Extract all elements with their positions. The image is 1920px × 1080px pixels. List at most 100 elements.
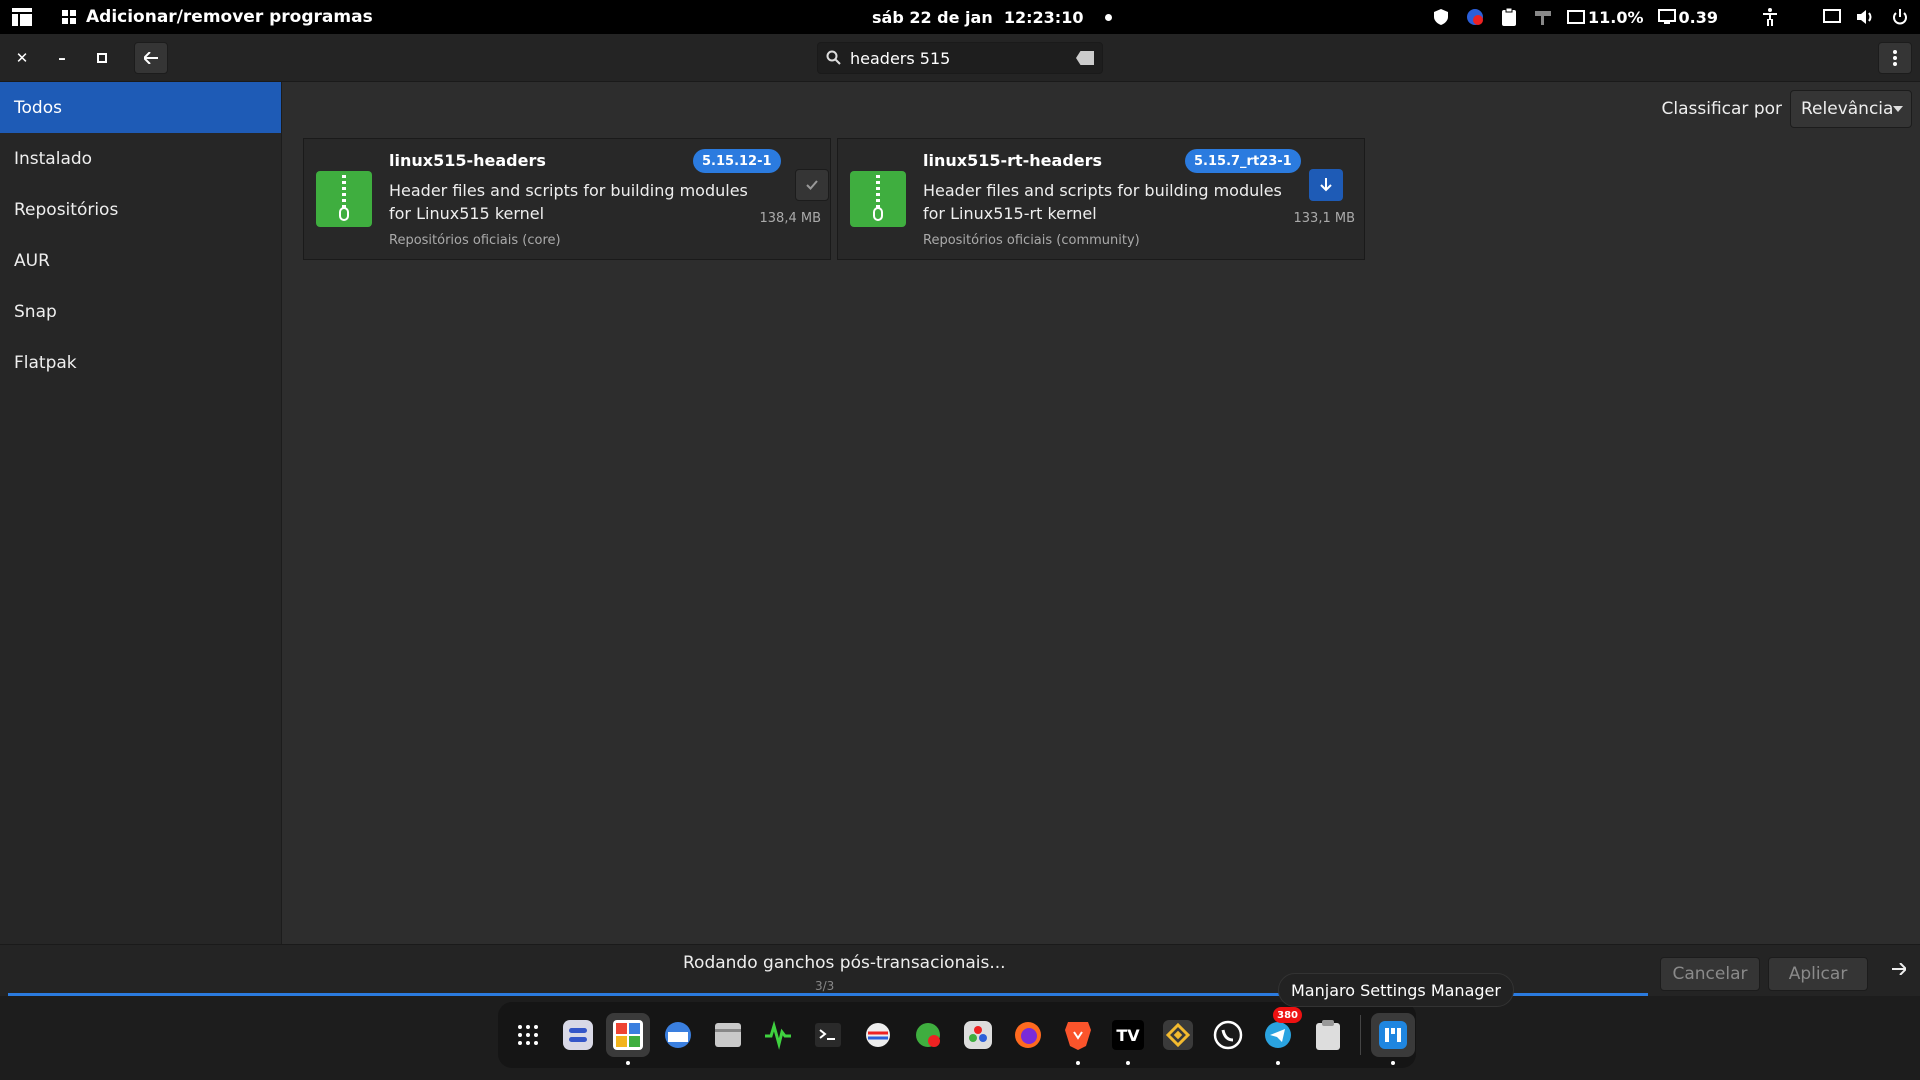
app-menu[interactable]: Adicionar/remover programas <box>62 0 373 34</box>
clock[interactable]: sáb 22 de jan 12:23:10 <box>872 0 1113 34</box>
sort-bar: Classificar por Relevância <box>1661 90 1912 128</box>
sidebar-item-flatpak[interactable]: Flatpak <box>0 337 281 388</box>
sort-select[interactable]: Relevância <box>1790 90 1912 128</box>
clipboard-app-icon[interactable] <box>1306 1013 1350 1057</box>
notification-dot <box>1105 13 1113 21</box>
apps-grid-icon <box>62 10 76 24</box>
package-name: linux515-headers <box>389 151 546 170</box>
sidebar-item-label: Snap <box>14 301 57 322</box>
sidebar: Todos Instalado Repositórios AUR Snap Fl… <box>0 82 282 944</box>
package-description: Header files and scripts for building mo… <box>389 179 769 225</box>
app-menu-label: Adicionar/remover programas <box>86 7 373 27</box>
transaction-step-count: 3/3 <box>815 979 835 993</box>
arrow-left-icon <box>144 52 158 64</box>
installed-button[interactable] <box>795 169 829 201</box>
binance-icon[interactable] <box>1156 1013 1200 1057</box>
description-line: for Linux515 kernel <box>389 204 545 223</box>
shield-icon[interactable] <box>1431 7 1451 27</box>
mail-icon[interactable] <box>656 1013 700 1057</box>
update-icon[interactable] <box>1465 7 1485 27</box>
cpu-icon <box>1567 10 1585 24</box>
search-box[interactable] <box>817 42 1103 74</box>
dock-tooltip: Manjaro Settings Manager <box>1278 973 1514 1007</box>
power-icon[interactable] <box>1890 7 1910 27</box>
app-window: ✕ – ▫ Todos Instalado Repositórios AUR S… <box>0 34 1920 996</box>
description-line: Header files and scripts for building mo… <box>389 181 748 200</box>
top-panel: Adicionar/remover programas sáb 22 de ja… <box>0 0 1920 34</box>
cpu-value: 11.0% <box>1588 7 1644 27</box>
show-apps-icon[interactable] <box>506 1013 550 1057</box>
display-icon <box>1657 9 1676 24</box>
tradingview-icon[interactable]: TV <box>1106 1013 1150 1065</box>
manjaro-settings-icon[interactable] <box>1371 1013 1415 1065</box>
package-card-linux515-rt-headers[interactable]: linux515-rt-headers 5.15.7_rt23-1 Header… <box>837 138 1365 260</box>
telegram-icon[interactable]: 380 <box>1256 1007 1302 1065</box>
package-zip-icon <box>850 171 906 227</box>
dock: TV 380 <box>498 1002 1416 1068</box>
sidebar-item-label: Instalado <box>14 148 93 169</box>
terminal-icon[interactable] <box>806 1013 850 1057</box>
chevron-down-icon <box>1893 106 1904 112</box>
network-icon[interactable] <box>856 1013 900 1057</box>
transaction-status: Rodando ganchos pós-transacionais... <box>683 953 1006 973</box>
description-line: Header files and scripts for building mo… <box>923 181 1282 200</box>
clipboard-icon[interactable] <box>1499 7 1519 27</box>
system-monitor-icon[interactable] <box>756 1013 800 1057</box>
version-badge: 5.15.7_rt23-1 <box>1185 149 1301 173</box>
clear-search-icon[interactable] <box>1076 51 1094 65</box>
sidebar-item-snap[interactable]: Snap <box>0 286 281 337</box>
minimize-icon: – <box>58 49 66 67</box>
cpu-stat[interactable]: 11.0% <box>1567 8 1644 27</box>
sidebar-item-aur[interactable]: AUR <box>0 235 281 286</box>
load-stat[interactable]: 0.39 <box>1657 8 1718 27</box>
sidebar-item-instalado[interactable]: Instalado <box>0 133 281 184</box>
volume-icon[interactable] <box>1856 7 1876 27</box>
tweaks-icon[interactable] <box>1533 7 1553 27</box>
package-zip-icon <box>316 171 372 227</box>
system-tray: 11.0% 0.39 <box>1431 0 1910 34</box>
screen-recorder-icon[interactable] <box>906 1013 950 1057</box>
arrow-right-icon[interactable] <box>1892 959 1908 980</box>
files-icon[interactable] <box>706 1013 750 1057</box>
minimize-button[interactable]: – <box>48 44 76 72</box>
activities-icon[interactable] <box>12 8 32 26</box>
sort-label: Classificar por <box>1661 99 1783 119</box>
cancel-button[interactable]: Cancelar <box>1660 957 1760 991</box>
checkmark-icon <box>806 180 818 190</box>
package-repo: Repositórios oficiais (community) <box>923 233 1140 248</box>
search-input[interactable] <box>850 48 1068 68</box>
sidebar-item-repositorios[interactable]: Repositórios <box>0 184 281 235</box>
firefox-icon[interactable] <box>1006 1013 1050 1057</box>
clock-date: sáb 22 de jan <box>872 7 993 27</box>
package-description: Header files and scripts for building mo… <box>923 179 1303 225</box>
search-icon <box>826 50 841 65</box>
apply-button[interactable]: Aplicar <box>1768 957 1868 991</box>
sidebar-item-label: Repositórios <box>14 199 119 220</box>
sidebar-item-label: AUR <box>14 250 50 271</box>
add-remove-software-icon[interactable] <box>606 1013 650 1065</box>
sort-value: Relevância <box>1801 99 1894 119</box>
screen-icon[interactable] <box>1822 7 1842 27</box>
back-button[interactable] <box>134 42 168 74</box>
package-card-linux515-headers[interactable]: linux515-headers 5.15.12-1 Header files … <box>303 138 831 260</box>
davinci-icon[interactable] <box>956 1013 1000 1057</box>
main-content: Classificar por Relevância linux515-head… <box>283 82 1920 944</box>
close-button[interactable]: ✕ <box>8 44 36 72</box>
cancel-label: Cancelar <box>1672 964 1748 984</box>
package-name: linux515-rt-headers <box>923 151 1103 170</box>
apply-label: Aplicar <box>1788 964 1848 984</box>
main-menu-button[interactable] <box>1878 42 1912 74</box>
transaction-bar: Rodando ganchos pós-transacionais... 3/3… <box>0 944 1920 996</box>
accessibility-icon[interactable] <box>1760 7 1780 27</box>
whatsapp-icon[interactable] <box>1206 1013 1250 1057</box>
sidebar-item-label: Todos <box>14 97 62 118</box>
sidebar-item-todos[interactable]: Todos <box>0 82 281 133</box>
maximize-button[interactable]: ▫ <box>88 44 116 72</box>
settings-app-icon[interactable] <box>556 1013 600 1057</box>
description-line: for Linux515-rt kernel <box>923 204 1097 223</box>
install-button[interactable] <box>1309 169 1343 201</box>
clock-time: 12:23:10 <box>1003 7 1084 27</box>
brave-icon[interactable] <box>1056 1013 1100 1065</box>
package-size: 138,4 MB <box>759 211 821 226</box>
close-icon: ✕ <box>15 49 29 67</box>
